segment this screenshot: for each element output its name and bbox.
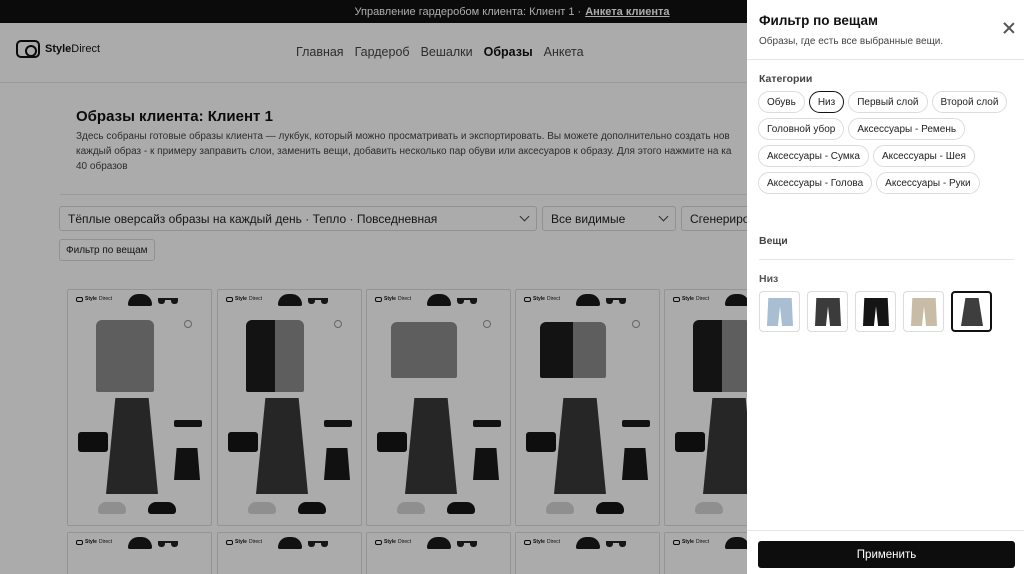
item-thumbnails [759, 291, 992, 332]
chip-accessories-bag[interactable]: Аксессуары - Сумка [758, 145, 869, 167]
apply-button[interactable]: Применить [758, 541, 1015, 568]
chip-second-layer[interactable]: Второй слой [931, 91, 1008, 113]
category-chips: Обувь Низ Первый слой Второй слой Головн… [758, 91, 1020, 194]
drawer-subtitle: Образы, где есть все выбранные вещи. [759, 36, 944, 47]
bottoms-group-label: Низ [759, 273, 779, 285]
item-thumb-3[interactable] [855, 291, 896, 332]
chip-accessories-neck[interactable]: Аксессуары - Шея [872, 145, 975, 167]
denim-maxi-skirt-thumb [961, 298, 983, 326]
item-thumb-1[interactable] [759, 291, 800, 332]
categories-label: Категории [759, 73, 813, 85]
black-washed-jeans-thumb [815, 298, 841, 326]
footer-divider [747, 530, 1024, 531]
items-divider [759, 259, 1014, 260]
item-thumb-4[interactable] [903, 291, 944, 332]
filter-drawer: Фильтр по вещам Образы, где есть все выб… [747, 0, 1024, 574]
close-icon[interactable] [1001, 20, 1017, 36]
chip-accessories-belt[interactable]: Аксессуары - Ремень [848, 118, 966, 140]
chip-shoes[interactable]: Обувь [758, 91, 805, 113]
black-wide-trousers-thumb [863, 298, 889, 326]
chip-bottoms[interactable]: Низ [808, 91, 845, 113]
light-blue-jeans-thumb [767, 298, 793, 326]
chip-first-layer[interactable]: Первый слой [848, 91, 928, 113]
chip-headwear[interactable]: Головной убор [758, 118, 845, 140]
item-thumb-2[interactable] [807, 291, 848, 332]
chip-accessories-head[interactable]: Аксессуары - Голова [758, 172, 873, 194]
drawer-divider [747, 59, 1024, 60]
items-label: Вещи [759, 235, 788, 247]
beige-trousers-thumb [911, 298, 937, 326]
chip-accessories-hands[interactable]: Аксессуары - Руки [876, 172, 980, 194]
modal-backdrop[interactable] [0, 0, 747, 574]
drawer-title: Фильтр по вещам [759, 13, 878, 28]
item-thumb-5[interactable] [951, 291, 992, 332]
